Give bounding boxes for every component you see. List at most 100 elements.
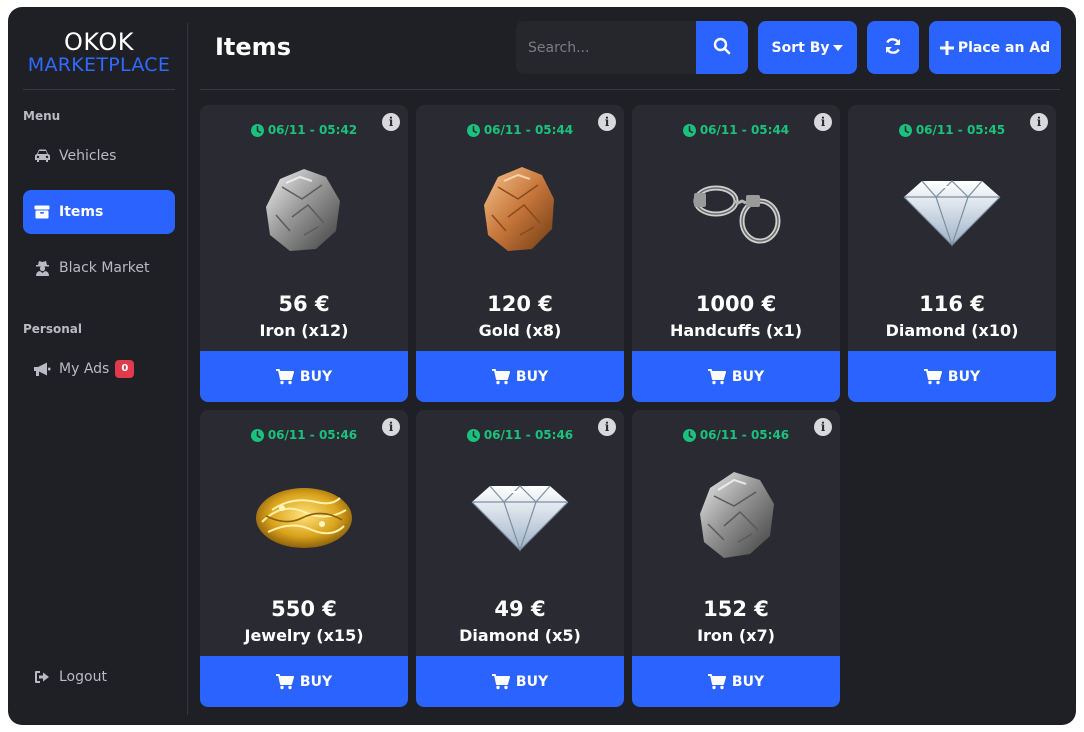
search-icon — [713, 37, 731, 59]
refresh-icon — [884, 37, 902, 59]
item-name: Diamond (x5) — [459, 626, 581, 645]
clock-icon — [682, 123, 696, 137]
item-name: Iron (x7) — [697, 626, 775, 645]
info-icon[interactable]: i — [1030, 113, 1048, 131]
listing-time-text: 06/11 - 05:46 — [483, 428, 574, 442]
clock-icon — [898, 123, 912, 137]
listing-time: 06/11 - 05:44 — [632, 123, 840, 137]
cart-icon — [491, 673, 510, 690]
info-icon[interactable]: i — [598, 418, 616, 436]
logout-label: Logout — [59, 669, 107, 685]
sidebar-item-label: Black Market — [59, 260, 150, 276]
clock-icon — [466, 428, 480, 442]
cart-icon — [707, 368, 726, 385]
sidebar-item-items[interactable]: Items — [23, 190, 175, 234]
buy-button[interactable]: BUY — [416, 351, 624, 402]
sidebar-item-my-ads[interactable]: My Ads 0 — [23, 347, 175, 391]
buy-label: BUY — [299, 673, 333, 690]
listing-time: 06/11 - 05:45 — [848, 123, 1056, 137]
buy-button[interactable]: BUY — [200, 351, 408, 402]
sidebar-item-label: My Ads — [59, 361, 110, 377]
buy-button[interactable]: BUY — [632, 351, 840, 402]
item-price: 116 € — [919, 292, 985, 316]
buy-label: BUY — [731, 368, 765, 385]
listing-time-text: 06/11 - 05:45 — [915, 123, 1006, 137]
listing-time: 06/11 - 05:46 — [200, 428, 408, 442]
clock-icon — [466, 123, 480, 137]
car-icon — [33, 148, 51, 164]
listing-time-text: 06/11 - 05:44 — [699, 123, 790, 137]
info-icon[interactable]: i — [598, 113, 616, 131]
cart-icon — [491, 368, 510, 385]
clock-icon — [250, 428, 264, 442]
logo-subtitle: MARKETPLACE — [27, 54, 171, 76]
sidebar-divider — [187, 23, 188, 715]
info-icon[interactable]: i — [382, 113, 400, 131]
personal-section-label: Personal — [23, 322, 82, 336]
logo-title: OKOK — [64, 28, 134, 56]
logout-button[interactable]: Logout — [23, 655, 175, 699]
item-card: 06/11 - 05:46 i 49 € Diamond (x5) BUY — [416, 410, 624, 707]
item-name: Gold (x8) — [478, 321, 562, 340]
listing-time-text: 06/11 - 05:46 — [267, 428, 358, 442]
search-button[interactable] — [696, 21, 748, 74]
listing-time: 06/11 - 05:46 — [416, 428, 624, 442]
marketplace-window: OKOK MARKETPLACE Menu Vehicles Items Bla… — [8, 7, 1076, 725]
search-input[interactable] — [516, 21, 696, 74]
buy-label: BUY — [515, 368, 549, 385]
item-card: 06/11 - 05:44 i 1000 € Handcuffs (x1) BU… — [632, 105, 840, 402]
plus-icon — [939, 40, 954, 55]
buy-button[interactable]: BUY — [416, 656, 624, 707]
item-name: Handcuffs (x1) — [669, 321, 803, 340]
logo: OKOK MARKETPLACE — [23, 29, 175, 75]
cart-icon — [707, 673, 726, 690]
box-icon — [33, 204, 51, 220]
diamond-image — [900, 157, 1004, 261]
item-card: 06/11 - 05:46 i 152 € Iron (x7) BUY — [632, 410, 840, 707]
iron-ore-image — [684, 462, 788, 566]
item-price: 550 € — [271, 597, 337, 621]
item-card: 06/11 - 05:44 i 120 € Gold (x8) BUY — [416, 105, 624, 402]
sort-by-button[interactable]: Sort By — [758, 21, 857, 74]
place-ad-label: Place an Ad — [957, 39, 1051, 56]
item-card: 06/11 - 05:42 i 56 € Iron (x12) BUY — [200, 105, 408, 402]
diamond-image — [468, 462, 572, 566]
info-icon[interactable]: i — [814, 418, 832, 436]
buy-label: BUY — [731, 673, 765, 690]
cart-icon — [275, 673, 294, 690]
listing-time: 06/11 - 05:44 — [416, 123, 624, 137]
clock-icon — [682, 428, 696, 442]
iron-ore-image — [252, 157, 356, 261]
menu-section-label: Menu — [23, 109, 61, 123]
header-divider — [200, 89, 1060, 90]
listing-time: 06/11 - 05:46 — [632, 428, 840, 442]
handcuffs-image — [684, 157, 788, 261]
buy-label: BUY — [947, 368, 981, 385]
buy-button[interactable]: BUY — [200, 656, 408, 707]
sidebar-item-label: Vehicles — [59, 148, 117, 164]
refresh-button[interactable] — [867, 21, 919, 74]
page-title: Items — [215, 33, 291, 61]
cart-icon — [275, 368, 294, 385]
buy-button[interactable]: BUY — [632, 656, 840, 707]
item-price: 120 € — [487, 292, 553, 316]
sort-by-label: Sort By — [771, 39, 830, 56]
item-price: 152 € — [703, 597, 769, 621]
buy-button[interactable]: BUY — [848, 351, 1056, 402]
buy-label: BUY — [299, 368, 333, 385]
buy-label: BUY — [515, 673, 549, 690]
info-icon[interactable]: i — [382, 418, 400, 436]
listing-time-text: 06/11 - 05:42 — [267, 123, 358, 137]
cart-icon — [923, 368, 942, 385]
item-card: 06/11 - 05:45 i 116 € Diamond (x10) BUY — [848, 105, 1056, 402]
item-name: Iron (x12) — [259, 321, 349, 340]
info-icon[interactable]: i — [814, 113, 832, 131]
item-price: 49 € — [494, 597, 546, 621]
sidebar-item-black-market[interactable]: Black Market — [23, 246, 175, 290]
user-secret-icon — [33, 260, 51, 276]
place-ad-button[interactable]: Place an Ad — [929, 21, 1061, 74]
sidebar-item-vehicles[interactable]: Vehicles — [23, 134, 175, 178]
listing-time-text: 06/11 - 05:44 — [483, 123, 574, 137]
ads-count-badge: 0 — [115, 360, 135, 378]
item-card: 06/11 - 05:46 i 550 € Jewelry (x15) BUY — [200, 410, 408, 707]
